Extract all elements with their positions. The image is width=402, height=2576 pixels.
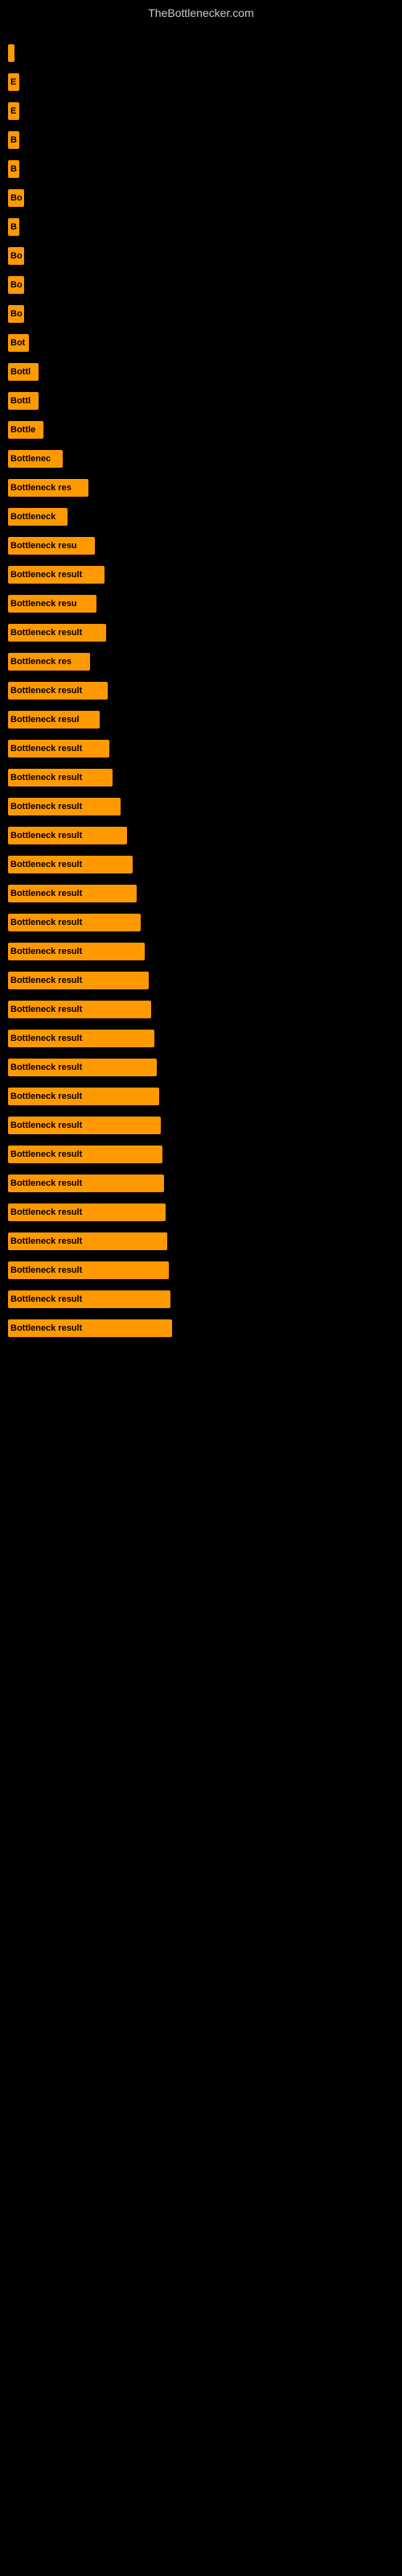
bar-label: Bottleneck result — [8, 1030, 154, 1047]
bar-row: Bottl — [8, 361, 394, 383]
bar-row: Bottleneck result — [8, 1172, 394, 1195]
bar-row: Bottleneck result — [8, 824, 394, 847]
bar-row: Bo — [8, 303, 394, 325]
bar-label: Bottleneck result — [8, 624, 106, 642]
bar-label: B — [8, 131, 19, 149]
bar-row: Bottleneck result — [8, 911, 394, 934]
bar-label: Bottleneck result — [8, 885, 137, 902]
bar-label: Bot — [8, 334, 29, 352]
bar-label: Bottleneck result — [8, 1059, 157, 1076]
bar-row: Bottleneck result — [8, 940, 394, 963]
bar-row: Bottleneck resul — [8, 708, 394, 731]
bar-label: Bottleneck res — [8, 653, 90, 671]
bar-label: Bottleneck result — [8, 856, 133, 873]
bar-row: Bottleneck result — [8, 1201, 394, 1224]
bar-label: Bottl — [8, 363, 39, 381]
bar-label: Bottleneck — [8, 508, 68, 526]
bar-row: Bottleneck result — [8, 1143, 394, 1166]
bar-label: Bo — [8, 276, 24, 294]
bar-label: Bottleneck result — [8, 1001, 151, 1018]
bar-label: Bottleneck resul — [8, 711, 100, 729]
bar-label: Bottle — [8, 421, 43, 439]
bar-row: Bottleneck res — [8, 477, 394, 499]
bar-label: E — [8, 102, 19, 120]
bar-label: Bottleneck result — [8, 943, 145, 960]
bar-row: Bottleneck resu — [8, 535, 394, 557]
bar-row: Bottleneck — [8, 506, 394, 528]
bar-row: Bottleneck result — [8, 564, 394, 586]
bar-row: Bottleneck result — [8, 679, 394, 702]
bar-row: Bottleneck result — [8, 1317, 394, 1340]
bar-label: B — [8, 218, 19, 236]
bar-row: E — [8, 71, 394, 93]
bar-row: Bottleneck result — [8, 969, 394, 992]
bar-row: Bo — [8, 245, 394, 267]
bar-label: Bottleneck result — [8, 1203, 166, 1221]
bar-label: Bottleneck result — [8, 682, 108, 700]
bar-label: Bo — [8, 247, 24, 265]
bar-label: Bottleneck result — [8, 1290, 170, 1308]
bar-row: E — [8, 100, 394, 122]
bar-label — [8, 44, 14, 62]
bar-label: Bottleneck result — [8, 740, 109, 758]
bar-row: Bottleneck result — [8, 737, 394, 760]
bar-label: Bottleneck result — [8, 769, 113, 786]
bar-row: Bottleneck result — [8, 1259, 394, 1282]
bar-label: Bo — [8, 189, 24, 207]
bar-row: Bo — [8, 274, 394, 296]
bar-row: B — [8, 216, 394, 238]
bar-row: Bo — [8, 187, 394, 209]
bar-row: Bottleneck result — [8, 882, 394, 905]
bar-row: Bottleneck result — [8, 1056, 394, 1079]
bar-row: Bottlenec — [8, 448, 394, 470]
bar-row: Bottle — [8, 419, 394, 441]
bar-label: Bottleneck result — [8, 1146, 162, 1163]
bar-label: Bottleneck result — [8, 972, 149, 989]
bar-row: Bottleneck resu — [8, 592, 394, 615]
bar-label: Bottlenec — [8, 450, 63, 468]
bar-label: Bottl — [8, 392, 39, 410]
bar-row: Bottleneck result — [8, 1230, 394, 1253]
bar-row: Bottleneck result — [8, 998, 394, 1021]
bar-row: Bottleneck result — [8, 853, 394, 876]
bar-label: Bottleneck result — [8, 1261, 169, 1279]
bar-row: Bottleneck result — [8, 766, 394, 789]
bar-label: Bo — [8, 305, 24, 323]
bar-label: Bottleneck result — [8, 798, 121, 815]
site-title: TheBottlenecker.com — [0, 0, 402, 26]
bar-row: Bottleneck result — [8, 1288, 394, 1311]
bar-row: Bottleneck res — [8, 650, 394, 673]
bar-row — [8, 42, 394, 64]
bar-row: Bottleneck result — [8, 1027, 394, 1050]
bar-label: Bottleneck result — [8, 1319, 172, 1337]
bar-label: Bottleneck result — [8, 1232, 167, 1250]
bar-row: B — [8, 158, 394, 180]
bar-label: B — [8, 160, 19, 178]
bar-label: Bottleneck result — [8, 566, 105, 584]
bar-label: Bottleneck result — [8, 914, 141, 931]
bars-container: EEBBBoBBoBoBoBotBottlBottlBottleBottlene… — [0, 26, 402, 1354]
bar-label: Bottleneck result — [8, 1117, 161, 1134]
bar-label: Bottleneck result — [8, 1174, 164, 1192]
bar-row: Bottl — [8, 390, 394, 412]
bar-row: Bottleneck result — [8, 621, 394, 644]
bar-label: Bottleneck result — [8, 1088, 159, 1105]
bar-label: Bottleneck resu — [8, 595, 96, 613]
bar-row: Bottleneck result — [8, 1114, 394, 1137]
bar-label: Bottleneck result — [8, 827, 127, 844]
bar-label: Bottleneck res — [8, 479, 88, 497]
bar-row: B — [8, 129, 394, 151]
bar-row: Bottleneck result — [8, 1085, 394, 1108]
bar-label: Bottleneck resu — [8, 537, 95, 555]
bar-row: Bot — [8, 332, 394, 354]
bar-row: Bottleneck result — [8, 795, 394, 818]
bar-label: E — [8, 73, 19, 91]
